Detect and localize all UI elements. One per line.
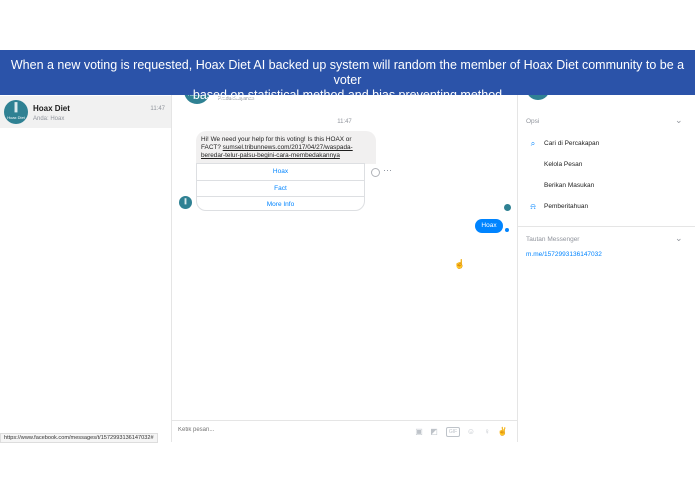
thumbs-up-icon[interactable]: ✌ bbox=[497, 427, 508, 437]
option-label: Cari di Percakapan bbox=[544, 140, 600, 147]
emoji-icon[interactable]: ☺ bbox=[466, 427, 476, 437]
fork-knife-icon: ∥ bbox=[184, 199, 187, 205]
bell-icon: ⍾ bbox=[530, 202, 536, 211]
chevron-down-icon[interactable]: ⌄ bbox=[675, 233, 683, 244]
reaction-icon[interactable] bbox=[371, 168, 380, 177]
option-search-conversation[interactable]: ⌕ Cari di Percakapan bbox=[518, 136, 695, 154]
message-input[interactable] bbox=[178, 427, 378, 433]
received-message-bubble: Hi! We need your help for this voting! I… bbox=[196, 131, 376, 164]
sent-message-bubble: Hoax bbox=[475, 219, 503, 233]
message-timestamp: 11:47 bbox=[337, 119, 352, 125]
quick-replies: Hoax Fact More Info bbox=[196, 163, 365, 211]
chevron-down-icon[interactable]: ⌄ bbox=[675, 115, 683, 126]
quick-reply-more-info[interactable]: More Info bbox=[197, 196, 364, 212]
option-label: Pemberitahuan bbox=[544, 203, 589, 210]
hand-cursor-icon: ☝ bbox=[454, 259, 466, 269]
messenger-app: ∥ Hoax Diet Hoax Diet Anda: Hoax 11:47 H… bbox=[0, 86, 695, 442]
message-composer: ▣ ◩ GIF ☺ ♀ ✌ bbox=[172, 420, 517, 442]
more-options-icon[interactable]: ⋯ bbox=[383, 165, 392, 176]
conversation-info-panel: Hoax Diet Opsi ⌄ ⌕ Cari di Percakapan Ke… bbox=[517, 86, 695, 442]
section-divider bbox=[518, 226, 695, 227]
option-notifications[interactable]: ⍾ Pemberitahuan bbox=[518, 199, 695, 217]
sender-avatar: ∥ bbox=[179, 196, 192, 209]
seen-indicator-avatar bbox=[504, 204, 511, 211]
option-label: Kelola Pesan bbox=[544, 161, 583, 168]
messenger-link-section-title: Tautan Messenger bbox=[526, 236, 580, 243]
quick-reply-fact[interactable]: Fact bbox=[197, 180, 364, 196]
conversation-snippet: Anda: Hoax bbox=[33, 116, 65, 122]
microphone-icon[interactable]: ♀ bbox=[483, 427, 491, 437]
avatar: ∥ Hoax Diet bbox=[4, 100, 28, 124]
quick-reply-hoax[interactable]: Hoax bbox=[197, 164, 364, 180]
caption-line-1: When a new voting is requested, Hoax Die… bbox=[10, 58, 685, 87]
sticker-icon[interactable]: ◩ bbox=[429, 427, 439, 437]
conversation-name: Hoax Diet bbox=[33, 104, 70, 113]
conversation-time: 11:47 bbox=[150, 106, 165, 112]
caption-banner: When a new voting is requested, Hoax Die… bbox=[0, 50, 695, 102]
browser-status-url: https://www.facebook.com/messages/t/1572… bbox=[0, 433, 158, 443]
caption-line-2: based on statistical method and bias pre… bbox=[192, 88, 503, 102]
gif-icon[interactable]: GIF bbox=[446, 427, 460, 437]
option-label: Berikan Masukan bbox=[544, 182, 595, 189]
conversation-list: ∥ Hoax Diet Hoax Diet Anda: Hoax 11:47 bbox=[0, 90, 172, 442]
search-icon: ⌕ bbox=[530, 139, 536, 148]
fork-knife-icon: ∥ bbox=[13, 102, 19, 113]
avatar-label: Hoax Diet bbox=[7, 115, 25, 120]
delivered-status-icon bbox=[505, 228, 509, 232]
option-give-feedback[interactable]: Berikan Masukan bbox=[518, 178, 695, 196]
option-manage-messages[interactable]: Kelola Pesan bbox=[518, 157, 695, 175]
messenger-link[interactable]: m.me/1572993136147032 bbox=[526, 251, 602, 258]
message-link[interactable]: sumsel.tribunnews.com/2017/04/27/waspada… bbox=[201, 144, 353, 159]
options-section-title: Opsi bbox=[526, 118, 540, 125]
chat-panel: Hoax Diet Produk/Layanan 11:47 Hi! We ne… bbox=[172, 86, 517, 442]
camera-icon[interactable]: ▣ bbox=[414, 427, 424, 437]
screenshot-page: ∥ Hoax Diet Hoax Diet Anda: Hoax 11:47 H… bbox=[0, 0, 695, 494]
